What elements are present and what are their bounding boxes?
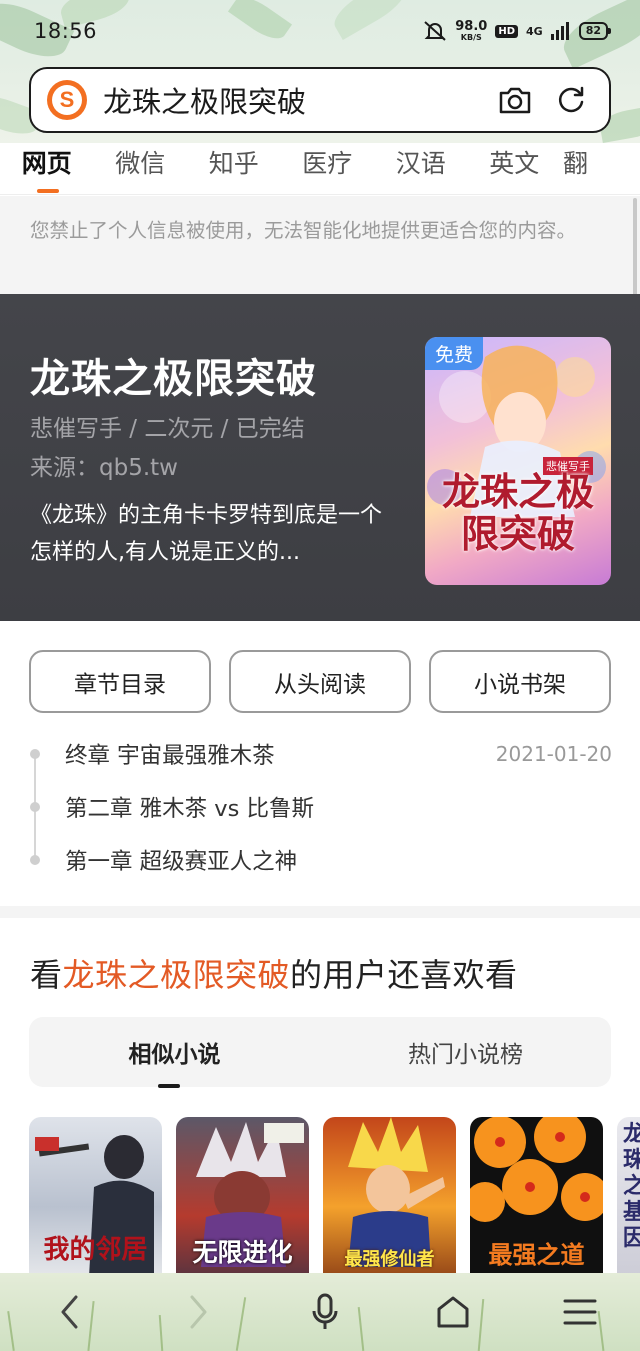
hd-badge: HD (495, 24, 518, 38)
free-badge: 免费 (425, 337, 484, 370)
forward-button[interactable] (178, 1292, 218, 1332)
sogou-logo-icon: S (47, 80, 87, 120)
read-from-start-button[interactable]: 从头阅读 (229, 650, 411, 713)
chapter-item[interactable]: 第一章 超级赛亚人之神 (30, 833, 612, 886)
home-button[interactable] (433, 1292, 473, 1332)
book-card[interactable]: 龙珠之极限突破 悲催写手 / 二次元 / 已完结 来源：qb5.tw 《龙珠》的… (0, 294, 640, 621)
tab-web[interactable]: 网页 (0, 143, 94, 195)
signal-icon (550, 22, 569, 40)
camera-icon (499, 87, 531, 114)
chapter-title: 第一章 超级赛亚人之神 (65, 848, 298, 875)
book-cover-item[interactable]: 无限进化 (176, 1117, 309, 1277)
active-tab-indicator (158, 1084, 180, 1088)
menu-button[interactable] (560, 1292, 600, 1332)
network-type: 4G (526, 24, 543, 38)
tab-hot-novels[interactable]: 热门小说榜 (320, 1017, 611, 1087)
book-cover-item[interactable]: 龙珠之基因 (617, 1117, 640, 1277)
cover-title: 龙珠之极限突破 (441, 469, 594, 556)
chapter-date: 2021-01-20 (495, 741, 612, 766)
status-time: 18:56 (34, 19, 98, 43)
home-icon (437, 1296, 468, 1328)
bookshelf-button[interactable]: 小说书架 (429, 650, 611, 713)
cover-title: 最强修仙者 (344, 1249, 435, 1270)
section-divider (0, 906, 640, 918)
chapter-list: 终章 宇宙最强雅木茶 2021-01-20 第二章 雅木茶 vs 比鲁斯 第一章… (30, 727, 612, 886)
recommendation-covers: 我的邻居 无限进化 最强修仙者 最强之道 龙珠之基因 (29, 1117, 640, 1277)
search-category-tabs: 网页 微信 知乎 医疗 汉语 英文 翻 (0, 143, 640, 195)
cover-title: 我的邻居 (43, 1235, 148, 1265)
cover-title: 最强之道 (488, 1240, 585, 1269)
status-icons: 98.0 KB/S HD 4G 82 (423, 19, 612, 42)
book-meta: 悲催写手 / 二次元 / 已完结 (30, 416, 305, 442)
book-actions: 章节目录 从头阅读 小说书架 (29, 650, 611, 713)
tab-medical[interactable]: 医疗 (281, 143, 375, 195)
book-source: 来源：qb5.tw (30, 455, 178, 481)
tab-english[interactable]: 英文 (468, 143, 562, 195)
refresh-button[interactable] (549, 78, 593, 122)
tab-wechat[interactable]: 微信 (94, 143, 188, 195)
bottom-navigation (0, 1273, 640, 1351)
voice-search-button[interactable] (305, 1292, 345, 1332)
net-speed: 98.0 KB/S (455, 19, 488, 42)
chapter-title: 第二章 雅木茶 vs 比鲁斯 (65, 795, 314, 822)
mute-bell-icon (424, 21, 446, 41)
chevron-left-icon (61, 1295, 78, 1329)
cover-title: 龙珠之基因 (622, 1121, 640, 1251)
tab-similar-novels[interactable]: 相似小说 (29, 1017, 320, 1087)
tab-chinese[interactable]: 汉语 (374, 143, 468, 195)
book-cover-item[interactable]: 最强之道 (470, 1117, 603, 1277)
book-title[interactable]: 龙珠之极限突破 (30, 346, 317, 404)
heading-highlight[interactable]: 龙珠之极限突破 (63, 956, 291, 994)
timeline-dot (30, 802, 40, 812)
timeline-dot (30, 749, 40, 759)
refresh-icon (558, 86, 584, 113)
chevron-right-icon (190, 1295, 206, 1329)
privacy-notice: 您禁止了个人信息被使用，无法智能化地提供更适合您的内容。 (0, 196, 640, 294)
chapter-item[interactable]: 终章 宇宙最强雅木茶 2021-01-20 (30, 727, 612, 780)
book-cover[interactable]: 免费 悲催写手 龙珠之极限突破 (425, 337, 611, 585)
tab-translate[interactable]: 翻 (561, 143, 589, 195)
chapter-item[interactable]: 第二章 雅木茶 vs 比鲁斯 (30, 780, 612, 833)
recommendation-heading: 看龙珠之极限突破的用户还喜欢看 (30, 956, 518, 994)
cover-title: 无限进化 (192, 1238, 293, 1267)
chapter-list-button[interactable]: 章节目录 (29, 650, 211, 713)
recommendation-tabs: 相似小说 热门小说榜 (29, 1017, 611, 1087)
menu-icon (563, 1299, 597, 1325)
search-input[interactable]: 龙珠之极限突破 (103, 79, 481, 121)
book-cover-item[interactable]: 我的邻居 (29, 1117, 162, 1277)
book-cover-item[interactable]: 最强修仙者 (323, 1117, 456, 1277)
chapter-title: 终章 宇宙最强雅木茶 (65, 742, 275, 769)
tab-zhihu[interactable]: 知乎 (187, 143, 281, 195)
search-bar[interactable]: S 龙珠之极限突破 (29, 67, 611, 133)
battery-indicator: 82 (578, 22, 612, 40)
back-button[interactable] (50, 1292, 90, 1332)
camera-search-button[interactable] (493, 78, 537, 122)
timeline-dot (30, 855, 40, 865)
book-description: 《龙珠》的主角卡卡罗特到底是一个怎样的人,有人说是正义的... (30, 503, 383, 565)
status-bar: 18:56 98.0 KB/S HD 4G 82 (0, 0, 640, 62)
microphone-icon (312, 1293, 338, 1329)
